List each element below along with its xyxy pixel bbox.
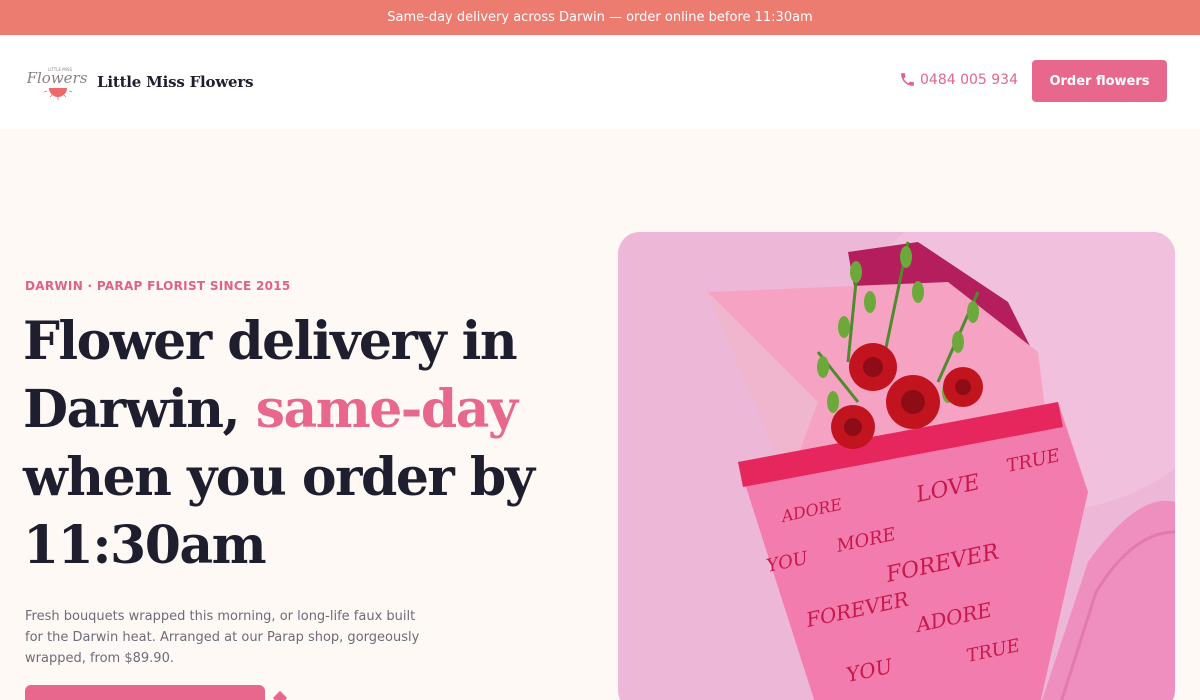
hero-headline: Flower delivery in Darwin, same-day when…	[23, 308, 563, 580]
hero-description: Fresh bouquets wrapped this morning, or …	[25, 609, 420, 666]
phone-link[interactable]: 0484 005 934	[899, 71, 1018, 88]
phone-number: 0484 005 934	[920, 71, 1018, 88]
headline-part-2: when you order by 11:30am	[23, 447, 535, 576]
announcement-text: Same-day delivery across Darwin — order …	[387, 10, 813, 25]
order-flowers-button[interactable]: Order flowers	[1032, 60, 1167, 102]
hero-eyebrow: DARWIN · PARAP FLORIST SINCE 2015	[25, 279, 291, 293]
phone-icon	[901, 73, 914, 86]
announcement-bar: Same-day delivery across Darwin — order …	[0, 0, 1200, 35]
svg-text:Flowers: Flowers	[27, 69, 88, 87]
flower-logo-icon: LITTLE MISS Flowers	[27, 67, 88, 100]
hero-bouquet-image: ADORE LOVE TRUE YOU MORE FOREVER FOREVER…	[618, 232, 1175, 700]
site-header: LITTLE MISS Flowers Little Miss Flowers …	[0, 35, 1200, 129]
hero-cta-button[interactable]	[25, 685, 265, 700]
cta-decoration-icon	[272, 690, 288, 700]
headline-accent: same-day	[255, 379, 518, 440]
brand-logo-link[interactable]: LITTLE MISS Flowers Little Miss Flowers	[27, 61, 254, 103]
brand-name: Little Miss Flowers	[97, 73, 254, 91]
bouquet-illustration: ADORE LOVE TRUE YOU MORE FOREVER FOREVER…	[618, 232, 1175, 700]
